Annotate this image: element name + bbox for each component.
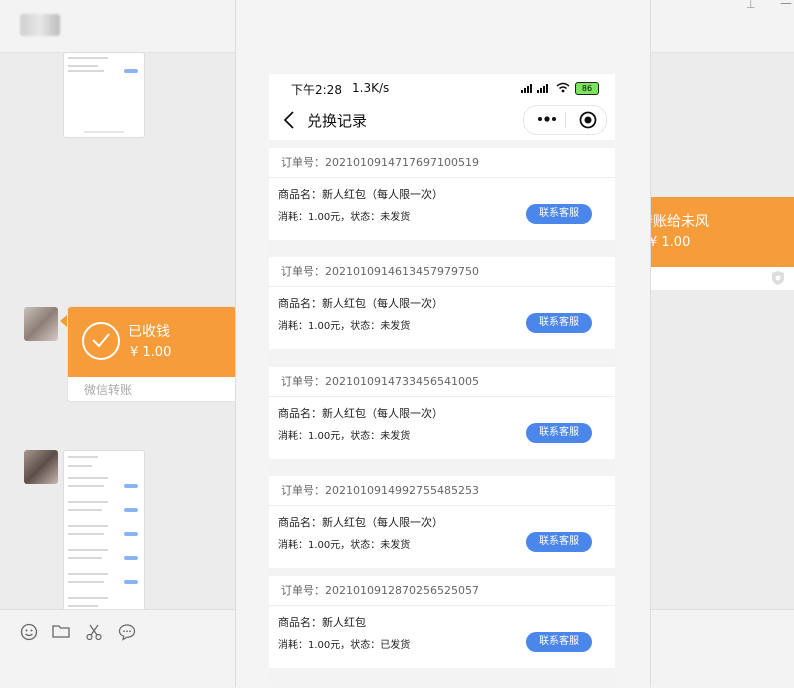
order-divider: [269, 605, 615, 606]
nav-bar: 兑换记录: [269, 102, 615, 140]
back-icon[interactable]: [283, 111, 295, 129]
scissors-icon[interactable]: [85, 623, 103, 641]
capsule-divider: [565, 112, 566, 128]
transfer-source: 微信转账: [84, 383, 133, 397]
order-number: 订单号：2021010914733456541005: [281, 375, 479, 388]
minimize-icon[interactable]: —: [780, 0, 792, 10]
emoji-icon[interactable]: [20, 623, 38, 641]
order-divider: [269, 505, 615, 506]
chat-bubble-icon[interactable]: [118, 623, 136, 641]
image-thumbnail[interactable]: [63, 52, 145, 138]
order-card: 订单号：2021010912870256525057 商品名：新人红包消耗：1.0…: [269, 576, 615, 668]
status-time: 下午2:28: [291, 83, 342, 97]
transfer-title: 转账给未风: [649, 214, 709, 230]
battery-icon: 86: [575, 82, 599, 95]
order-number: 订单号：2021010914717697100519: [281, 156, 479, 169]
close-mini-program-icon[interactable]: [579, 111, 597, 129]
product-name: 商品名：新人红包（每人限一次）: [278, 407, 443, 420]
order-meta: 消耗：1.00元，状态：未发货: [278, 540, 411, 551]
order-divider: [269, 286, 615, 287]
contact-service-button[interactable]: 联系客服: [526, 423, 592, 443]
order-card: 订单号：2021010914717697100519 商品名：新人红包（每人限一次…: [269, 148, 615, 240]
order-number: 订单号：2021010912870256525057: [281, 584, 479, 597]
chat-title-blurred: [20, 14, 60, 36]
contact-service-button[interactable]: 联系客服: [526, 632, 592, 652]
check-icon: [82, 322, 120, 360]
more-icon[interactable]: [536, 114, 558, 124]
transfer-title: 已收钱: [128, 324, 170, 340]
avatar[interactable]: [24, 450, 58, 484]
received-transfer-card[interactable]: 已收钱 ¥ 1.00 微信转账: [67, 306, 237, 402]
order-number: 订单号：2021010914613457979750: [281, 265, 479, 278]
order-divider: [269, 396, 615, 397]
sent-transfer-card[interactable]: 转账给未风 ¥ 1.00: [648, 197, 794, 290]
mini-program-capsule: [523, 105, 607, 135]
order-meta: 消耗：1.00元，状态：已发货: [278, 640, 411, 651]
transfer-amount: ¥ 1.00: [130, 345, 172, 360]
order-meta: 消耗：1.00元，状态：未发货: [278, 321, 411, 332]
product-name: 商品名：新人红包: [278, 616, 366, 629]
page-title: 兑换记录: [307, 112, 368, 130]
contact-service-button[interactable]: 联系客服: [526, 532, 592, 552]
order-divider: [269, 177, 615, 178]
contact-service-button[interactable]: 联系客服: [526, 313, 592, 333]
status-network-speed: 1.3K/s: [352, 81, 390, 95]
pin-icon[interactable]: ⊥: [746, 0, 758, 11]
order-meta: 消耗：1.00元，状态：未发货: [278, 212, 411, 223]
order-card: 订单号：2021010914992755485253 商品名：新人红包（每人限一次…: [269, 476, 615, 568]
shield-icon: [772, 271, 784, 285]
order-card: 订单号：2021010914733456541005 商品名：新人红包（每人限一次…: [269, 367, 615, 459]
avatar[interactable]: [24, 307, 58, 341]
order-meta: 消耗：1.00元，状态：未发货: [278, 431, 411, 442]
product-name: 商品名：新人红包（每人限一次）: [278, 516, 443, 529]
product-name: 商品名：新人红包（每人限一次）: [278, 188, 443, 201]
transfer-card-top: [649, 197, 794, 267]
contact-service-button[interactable]: 联系客服: [526, 204, 592, 224]
signal-icon: [521, 84, 532, 93]
order-number: 订单号：2021010914992755485253: [281, 484, 479, 497]
image-thumbnail[interactable]: [63, 450, 145, 612]
transfer-amount: ¥ 1.00: [649, 235, 691, 250]
signal-icon: [537, 84, 548, 93]
status-bar: 下午2:28 1.3K/s 86: [269, 74, 615, 102]
product-name: 商品名：新人红包（每人限一次）: [278, 297, 443, 310]
folder-icon[interactable]: [52, 623, 70, 641]
phone-screen: 下午2:28 1.3K/s 86 兑换记录 订单号：20210109147176…: [269, 74, 615, 687]
order-card: 订单号：2021010914613457979750 商品名：新人红包（每人限一次…: [269, 257, 615, 349]
wifi-icon: [556, 82, 570, 93]
